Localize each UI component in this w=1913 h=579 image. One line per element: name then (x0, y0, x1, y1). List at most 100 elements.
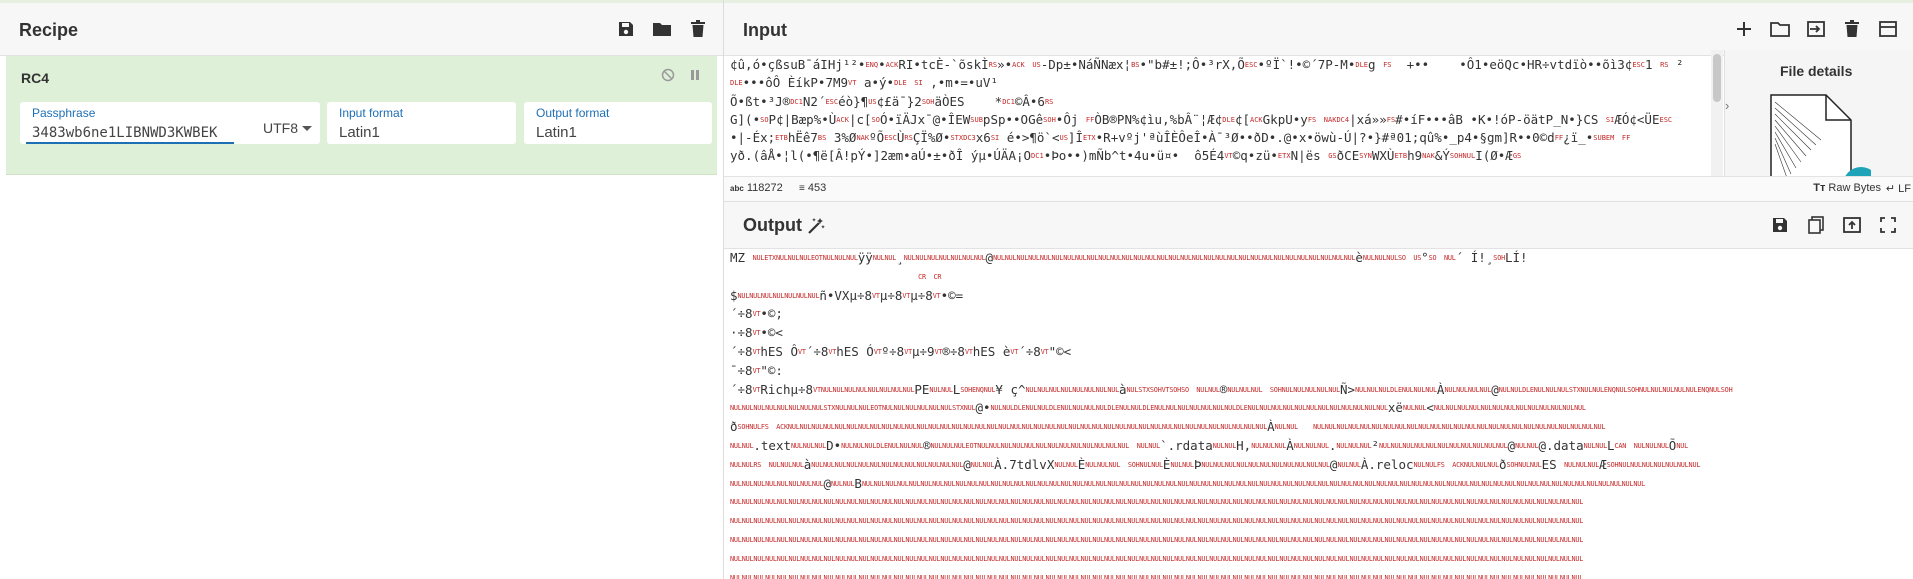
control-char: NUL (1453, 423, 1466, 432)
control-char: NUL (1337, 536, 1350, 545)
control-char: NUL (1558, 423, 1571, 432)
control-char: SOH (921, 97, 935, 106)
control-char: NUL (1139, 498, 1151, 507)
import-icon[interactable] (1805, 18, 1827, 40)
control-char: NUL (1302, 573, 1315, 579)
control-char: NUL (1396, 573, 1408, 579)
control-char: NUL (1314, 554, 1327, 563)
control-char: NUL (1527, 404, 1540, 413)
control-char: NUL (1478, 573, 1490, 579)
folder-icon[interactable] (1769, 18, 1791, 40)
plus-icon[interactable] (1733, 18, 1755, 40)
trash-icon[interactable] (1841, 18, 1863, 40)
control-char: NUL (1138, 423, 1151, 432)
control-char: NUL (730, 498, 742, 507)
control-char: NUL (1139, 517, 1151, 526)
control-char: NUL (1458, 479, 1470, 488)
control-char: NUL (1559, 498, 1572, 507)
passphrase-field[interactable]: Passphrase 3483wb6ne1LIBNWD3KWBEK UTF8 (20, 102, 320, 144)
control-char: NUL (1406, 423, 1419, 432)
control-char: NUL (1082, 442, 1095, 451)
control-char: NUL (1212, 404, 1225, 413)
output-format-field[interactable]: Output format Latin1 (524, 102, 712, 144)
magic-wand-icon[interactable] (806, 216, 826, 241)
control-char: NUL (730, 517, 742, 526)
control-char: NUL (1314, 573, 1327, 579)
control-char: NUL (1271, 404, 1283, 413)
control-char: NUL (1279, 536, 1291, 545)
control-char: NUL (846, 498, 859, 507)
folder-icon[interactable] (651, 18, 673, 40)
control-char: SI (1605, 115, 1615, 124)
control-char: NUL (1593, 423, 1606, 432)
control-char: NUL (1546, 423, 1559, 432)
input-scrollbar-thumb[interactable] (1713, 54, 1721, 102)
disable-icon[interactable] (661, 68, 675, 87)
control-char: NUL (1500, 423, 1512, 432)
control-char: NUL (1469, 479, 1482, 488)
control-char: ESC (1244, 60, 1258, 69)
input-scrollbar[interactable] (1711, 50, 1723, 178)
control-char: NUL (730, 479, 742, 488)
save-icon[interactable] (1769, 214, 1791, 236)
control-char: NUL (1571, 517, 1584, 526)
output-textarea[interactable]: MZ NULETXNULNULNULEOTNULNULNULÿÿNULNUL¸N… (730, 249, 1910, 579)
trash-icon[interactable] (687, 18, 709, 40)
control-char: NUL (932, 479, 944, 488)
passphrase-input[interactable]: 3483wb6ne1LIBNWD3KWBEK (32, 125, 217, 141)
control-char: DLE (1235, 404, 1248, 413)
replace-input-icon[interactable] (1841, 214, 1863, 236)
control-char: NUL (1182, 460, 1194, 469)
eol-indicator[interactable]: ↵ LF (1886, 182, 1911, 195)
control-char: NUL (1314, 536, 1327, 545)
raw-bytes-toggle[interactable]: Tт Raw Bytes (1813, 182, 1881, 194)
control-char: NUL (1063, 254, 1075, 263)
control-char: ETX (1277, 152, 1291, 160)
output-line: $NULNULNULNULNULNULNULñ•VXµ÷8VTµ÷8VTµ÷8V… (730, 287, 964, 303)
control-char: NUL (1501, 536, 1514, 545)
control-char: NUL (940, 536, 953, 545)
control-char: NUL (1189, 479, 1201, 488)
control-char: NUL (835, 554, 847, 563)
input-textarea[interactable]: ¢û,ó•çßsuB¯áIHj¹²•ENQ•ACKRI•tcÈ-`õskÌRS»… (730, 56, 1725, 176)
rc4-operation[interactable]: RC4 Passphrase 3483wb6ne1LIBNWD3KWBEK UT… (6, 56, 717, 175)
chevron-down-icon[interactable] (302, 126, 312, 131)
control-char: NUL (1010, 554, 1023, 563)
control-char: NUL (858, 404, 871, 413)
control-char: CR (918, 273, 926, 281)
control-char: NUL (1224, 460, 1237, 469)
control-char: NUL (1305, 442, 1318, 451)
control-char: NUL (1352, 479, 1365, 488)
control-char: NUL (1215, 254, 1227, 263)
control-char: NUL (1329, 479, 1342, 488)
copy-icon[interactable] (1805, 214, 1827, 236)
control-char: ENQ (972, 385, 984, 394)
control-char: NUL (1559, 536, 1572, 545)
control-char: NUL (1411, 479, 1423, 488)
input-format-value[interactable]: Latin1 (339, 124, 380, 141)
control-char: STX (1568, 385, 1581, 394)
control-char: NUL (1489, 498, 1502, 507)
fullscreen-icon[interactable] (1877, 214, 1899, 236)
save-icon[interactable] (615, 18, 637, 40)
control-char: NUL (973, 254, 986, 263)
output-format-value[interactable]: Latin1 (536, 124, 577, 141)
control-char: NUL (1209, 554, 1221, 563)
control-char: NUL (1355, 385, 1367, 394)
control-char: ACK (1452, 460, 1464, 469)
pause-icon[interactable] (689, 68, 701, 87)
control-char: NUL (823, 517, 836, 526)
input-format-field[interactable]: Input format Latin1 (327, 102, 516, 144)
control-char: NUL (1376, 479, 1388, 488)
control-char: NUL (998, 423, 1010, 432)
control-char: NUL (1094, 442, 1106, 451)
layout-icon[interactable] (1877, 18, 1899, 40)
control-char: NUL (1267, 517, 1280, 526)
passphrase-encoding-select[interactable]: UTF8 (263, 120, 298, 136)
chevron-right-icon[interactable]: › (1725, 98, 1739, 122)
control-char: NUL (765, 517, 777, 526)
control-char: NUL (963, 573, 976, 579)
control-char: NUL (1293, 442, 1306, 451)
control-char: ACK (1012, 60, 1025, 69)
control-char: EOT (811, 254, 823, 263)
